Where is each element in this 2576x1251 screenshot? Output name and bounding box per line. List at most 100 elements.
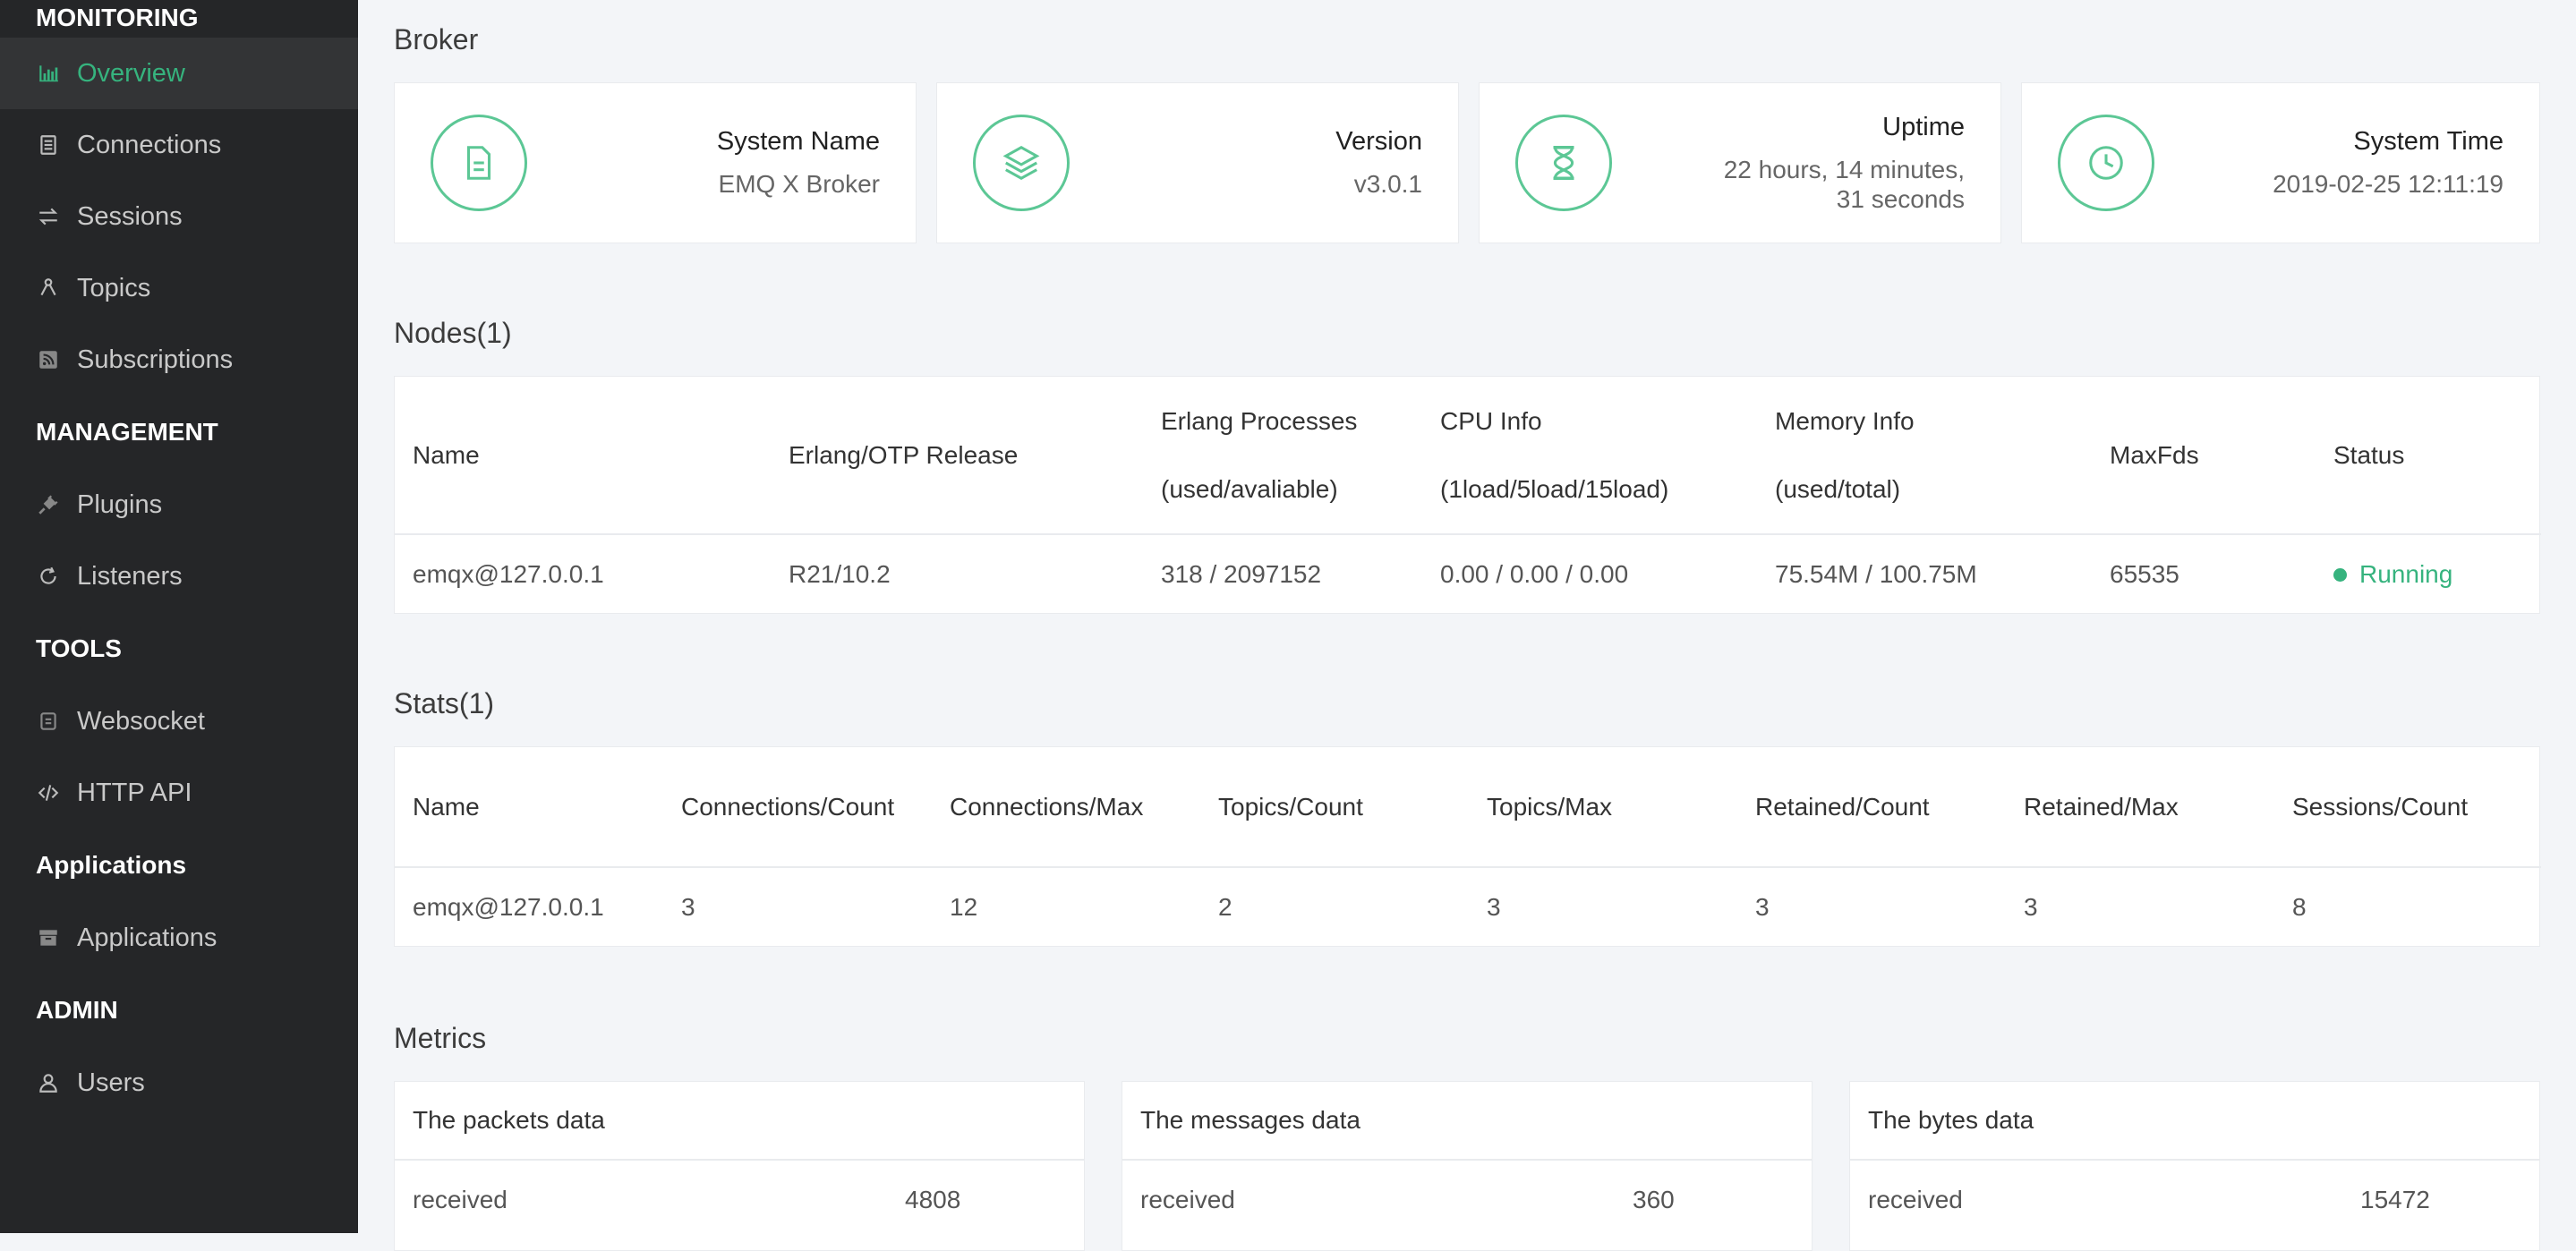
col-memory-info: Memory Info (used/total) bbox=[1757, 377, 2092, 534]
col-erlang-processes: Erlang Processes (used/avaliable) bbox=[1143, 377, 1422, 534]
broker-card-system-name: System Name EMQ X Broker bbox=[394, 82, 917, 243]
metric-value: 4808 bbox=[905, 1186, 961, 1213]
col-memory-info-sub: (used/total) bbox=[1775, 474, 1901, 503]
sidebar-item-subscriptions[interactable]: Subscriptions bbox=[0, 324, 358, 396]
cell-connections-count: 3 bbox=[681, 892, 695, 921]
col-memory-info-title: Memory Info bbox=[1775, 406, 1915, 435]
socket-icon bbox=[36, 709, 61, 734]
metric-value: 360 bbox=[1633, 1186, 1675, 1213]
card-value-line2: 31 seconds bbox=[1836, 184, 1965, 213]
nodes-section-title: Nodes(1) bbox=[394, 317, 512, 349]
sidebar-item-listeners[interactable]: Listeners bbox=[0, 540, 358, 612]
col-cpu-info-sub: (1load/5load/15load) bbox=[1440, 474, 1669, 503]
card-value: v3.0.1 bbox=[1353, 170, 1422, 198]
col-cpu-info: CPU Info (1load/5load/15load) bbox=[1422, 377, 1757, 534]
status-text: Running bbox=[2359, 560, 2453, 589]
sidebar-group-tools: TOOLS bbox=[36, 634, 122, 662]
sidebar-item-topics[interactable]: Topics bbox=[0, 252, 358, 324]
refresh-icon bbox=[36, 564, 61, 589]
list-item: received 4808 bbox=[395, 1161, 1084, 1239]
sidebar-item-label: Subscriptions bbox=[77, 345, 234, 374]
cell-memory-info: 75.54M / 100.75M bbox=[1775, 559, 1977, 588]
code-icon bbox=[36, 780, 61, 805]
broker-card-version: Version v3.0.1 bbox=[936, 82, 1459, 243]
sidebar-group-monitoring: MONITORING bbox=[36, 4, 199, 31]
clock-icon bbox=[2058, 115, 2154, 211]
cell-status: Running bbox=[2316, 534, 2541, 613]
list-item: received 360 bbox=[1122, 1161, 1812, 1239]
sidebar-item-applications[interactable]: Applications bbox=[0, 902, 358, 974]
sidebar-item-sessions[interactable]: Sessions bbox=[0, 181, 358, 252]
list-item: received 15472 bbox=[1850, 1161, 2539, 1239]
col-erlang-processes-sub: (used/avaliable) bbox=[1161, 474, 1338, 503]
card-value: EMQ X Broker bbox=[718, 170, 880, 198]
sidebar: MONITORING Overview Connections Sessions… bbox=[0, 0, 358, 1233]
metrics-panel-packets: The packets data received 4808 bbox=[394, 1081, 1085, 1251]
plug-icon bbox=[36, 492, 61, 517]
sidebar-item-label: Websocket bbox=[77, 706, 205, 736]
swap-arrows-icon bbox=[36, 204, 61, 229]
cell-otp-release: R21/10.2 bbox=[789, 559, 891, 588]
metrics-panel-title: The messages data bbox=[1122, 1082, 1812, 1161]
card-value: 2019-02-25 12:11:19 bbox=[2273, 170, 2503, 198]
sidebar-group-admin: ADMIN bbox=[36, 996, 118, 1024]
cell-node-name: emqx@127.0.0.1 bbox=[413, 892, 604, 921]
metrics-panel-messages: The messages data received 360 bbox=[1122, 1081, 1813, 1251]
card-key: System Time bbox=[2353, 127, 2503, 156]
sidebar-item-label: Plugins bbox=[77, 489, 163, 519]
col-retained-max: Retained/Max bbox=[2024, 792, 2179, 821]
status-badge: Running bbox=[2333, 560, 2452, 589]
cell-topics-count: 2 bbox=[1218, 892, 1233, 921]
sidebar-item-users[interactable]: Users bbox=[0, 1047, 358, 1119]
col-cpu-info-title: CPU Info bbox=[1440, 406, 1542, 435]
card-value: 22 hours, 14 minutes, bbox=[1723, 155, 1965, 183]
card-key: Uptime bbox=[1882, 112, 1965, 141]
card-key: Version bbox=[1335, 127, 1422, 156]
sidebar-item-http-api[interactable]: HTTP API bbox=[0, 757, 358, 829]
col-erlang-processes-title: Erlang Processes bbox=[1161, 406, 1358, 435]
table-row[interactable]: emqx@127.0.0.1 R21/10.2 318 / 2097152 0.… bbox=[395, 534, 2541, 613]
metric-label: received bbox=[413, 1186, 508, 1213]
metric-value: 15472 bbox=[2360, 1186, 2430, 1213]
sidebar-item-websocket[interactable]: Websocket bbox=[0, 685, 358, 757]
cell-retained-max: 3 bbox=[2024, 892, 2038, 921]
metric-label: received bbox=[1868, 1186, 1963, 1213]
user-icon bbox=[36, 1070, 61, 1095]
broker-card-system-time: System Time 2019-02-25 12:11:19 bbox=[2021, 82, 2540, 243]
sidebar-item-connections[interactable]: Connections bbox=[0, 109, 358, 181]
col-status: Status bbox=[2333, 440, 2405, 469]
sidebar-item-label: HTTP API bbox=[77, 778, 192, 807]
col-topics-max: Topics/Max bbox=[1487, 792, 1613, 821]
col-name: Name bbox=[413, 792, 480, 821]
status-dot-icon bbox=[2333, 567, 2347, 582]
broker-card-uptime: Uptime 22 hours, 14 minutes, 31 seconds bbox=[1479, 82, 2001, 243]
sidebar-item-label: Users bbox=[77, 1068, 145, 1097]
col-connections-max: Connections/Max bbox=[950, 792, 1144, 821]
cell-maxfds: 65535 bbox=[2110, 559, 2179, 588]
metric-label: received bbox=[1140, 1186, 1235, 1213]
sidebar-item-label: Applications bbox=[77, 923, 218, 952]
rss-icon bbox=[36, 347, 61, 372]
sidebar-item-plugins[interactable]: Plugins bbox=[0, 469, 358, 540]
bar-chart-icon bbox=[36, 61, 61, 86]
file-icon bbox=[431, 115, 527, 211]
metrics-section-title: Metrics bbox=[394, 1022, 487, 1054]
cell-sessions-count: 8 bbox=[2292, 892, 2307, 921]
sidebar-item-overview[interactable]: Overview bbox=[0, 38, 358, 109]
document-icon bbox=[36, 132, 61, 157]
cell-cpu-info: 0.00 / 0.00 / 0.00 bbox=[1440, 559, 1629, 588]
topic-nodes-icon bbox=[36, 276, 61, 301]
sidebar-group-management: MANAGEMENT bbox=[36, 418, 218, 446]
table-row[interactable]: emqx@127.0.0.1 3 12 2 3 3 3 8 bbox=[395, 867, 2541, 946]
broker-section-title: Broker bbox=[394, 23, 479, 55]
sidebar-item-label: Listeners bbox=[77, 561, 183, 591]
sidebar-item-label: Sessions bbox=[77, 201, 183, 231]
archive-icon bbox=[36, 925, 61, 950]
col-sessions-count: Sessions/Count bbox=[2292, 792, 2469, 821]
metrics-panel-title: The packets data bbox=[395, 1082, 1084, 1161]
stats-section-title: Stats(1) bbox=[394, 687, 495, 719]
cell-retained-count: 3 bbox=[1755, 892, 1770, 921]
nodes-table: Name Erlang/OTP Release Erlang Processes… bbox=[394, 376, 2541, 614]
col-otp-release: Erlang/OTP Release bbox=[789, 440, 1019, 469]
col-retained-count: Retained/Count bbox=[1755, 792, 1930, 821]
